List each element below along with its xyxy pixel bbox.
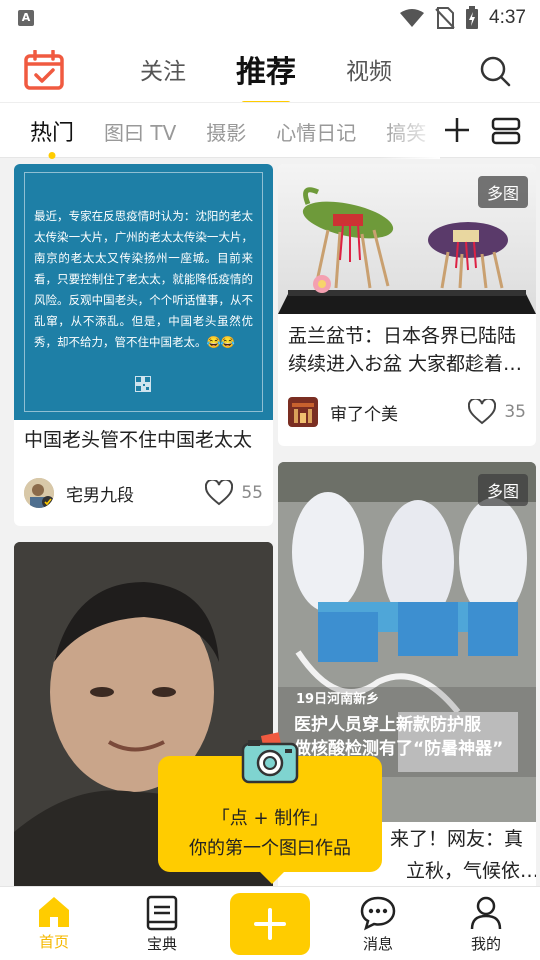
- search-icon[interactable]: [478, 54, 512, 88]
- plus-icon: [254, 908, 286, 940]
- like-button[interactable]: 35: [468, 399, 526, 425]
- card-title: 盂兰盆节：日本各界已陆陆续续进入お盆 大家都趁着…: [288, 325, 523, 375]
- bottom-nav: 首页 宝典 消息 我的: [0, 886, 540, 960]
- card-title-line-2: 立秋，气候依…: [406, 860, 536, 882]
- nav-messages[interactable]: 消息: [338, 895, 418, 954]
- heart-icon: [468, 399, 497, 425]
- card-title-line-1: 来了！网友：真: [390, 828, 524, 850]
- calendar-check-icon[interactable]: [24, 50, 64, 90]
- card-image: 最近，专家在反思疫情时认为：沈阳的老太太传染一大片，广州的老太太传染一大片，南京…: [14, 164, 273, 420]
- tab-recommend[interactable]: 推荐: [236, 47, 296, 91]
- card-title: 中国老头管不住中国老太太: [24, 429, 253, 451]
- clock: 4:37: [489, 7, 526, 28]
- chat-bubble-icon: [360, 896, 396, 931]
- nav-home-label: 首页: [38, 933, 69, 951]
- notification-icon: A: [18, 10, 34, 26]
- like-count: 35: [504, 402, 526, 422]
- card-image-text: 最近，专家在反思疫情时认为：沈阳的老太太传染一大片，广州的老太太传染一大片，南京…: [34, 209, 253, 349]
- news-overlay-headline: 医护人员穿上新款防护服: [294, 715, 481, 735]
- no-sim-icon: [435, 7, 455, 29]
- wifi-icon: [400, 9, 425, 27]
- multi-image-badge: 多图: [477, 176, 528, 208]
- tooltip-line-1: 「点 + 制作」: [211, 808, 329, 829]
- user-icon: [470, 896, 502, 930]
- home-icon: [39, 897, 69, 927]
- like-button[interactable]: 55: [205, 480, 263, 506]
- camera-icon: [241, 732, 299, 784]
- nav-mine-label: 我的: [470, 935, 501, 953]
- category-tv[interactable]: 图曰 TV: [104, 117, 176, 146]
- status-bar: A 4:37: [0, 0, 540, 36]
- tooltip-line-2: 你的第一个图曰作品: [189, 838, 351, 859]
- create-button[interactable]: [230, 893, 310, 955]
- feed-card[interactable]: 多图 盂兰盆节：日本各界已陆陆续续进入お盆 大家都趁着… 审了个美 35: [278, 164, 536, 446]
- nav-mine[interactable]: 我的: [446, 895, 526, 954]
- layout-toggle-icon[interactable]: [490, 115, 522, 147]
- tab-follow[interactable]: 关注: [140, 52, 186, 86]
- add-category-icon[interactable]: [442, 115, 472, 145]
- avatar[interactable]: [288, 397, 318, 427]
- category-hot[interactable]: 热门: [30, 115, 74, 147]
- tab-video[interactable]: 视频: [346, 52, 392, 86]
- battery-charging-icon: [466, 6, 479, 29]
- nav-messages-label: 消息: [362, 935, 393, 953]
- author-name[interactable]: 宅男九段: [66, 481, 134, 506]
- top-nav: 关注 推荐 视频: [0, 36, 540, 102]
- nav-guide-label: 宝典: [146, 935, 177, 953]
- avatar[interactable]: [24, 478, 54, 508]
- category-photography[interactable]: 摄影: [206, 117, 246, 146]
- category-mood-diary[interactable]: 心情日记: [276, 117, 356, 146]
- like-count: 55: [241, 483, 263, 503]
- multi-image-badge: 多图: [477, 474, 528, 506]
- author-name[interactable]: 审了个美: [330, 400, 398, 425]
- feed-card[interactable]: 最近，专家在反思疫情时认为：沈阳的老太太传染一大片，广州的老太太传染一大片，南京…: [14, 164, 273, 526]
- card-image: 多图: [278, 164, 536, 314]
- category-bar: 热门 图曰 TV 摄影 心情日记 搞笑: [0, 102, 540, 159]
- news-overlay-location: 19日河南新乡: [296, 692, 380, 707]
- nav-guide[interactable]: 宝典: [122, 895, 202, 954]
- nav-home[interactable]: 首页: [14, 895, 94, 952]
- book-icon: [146, 895, 178, 931]
- qr-code-icon: [135, 376, 151, 392]
- heart-icon: [205, 480, 234, 506]
